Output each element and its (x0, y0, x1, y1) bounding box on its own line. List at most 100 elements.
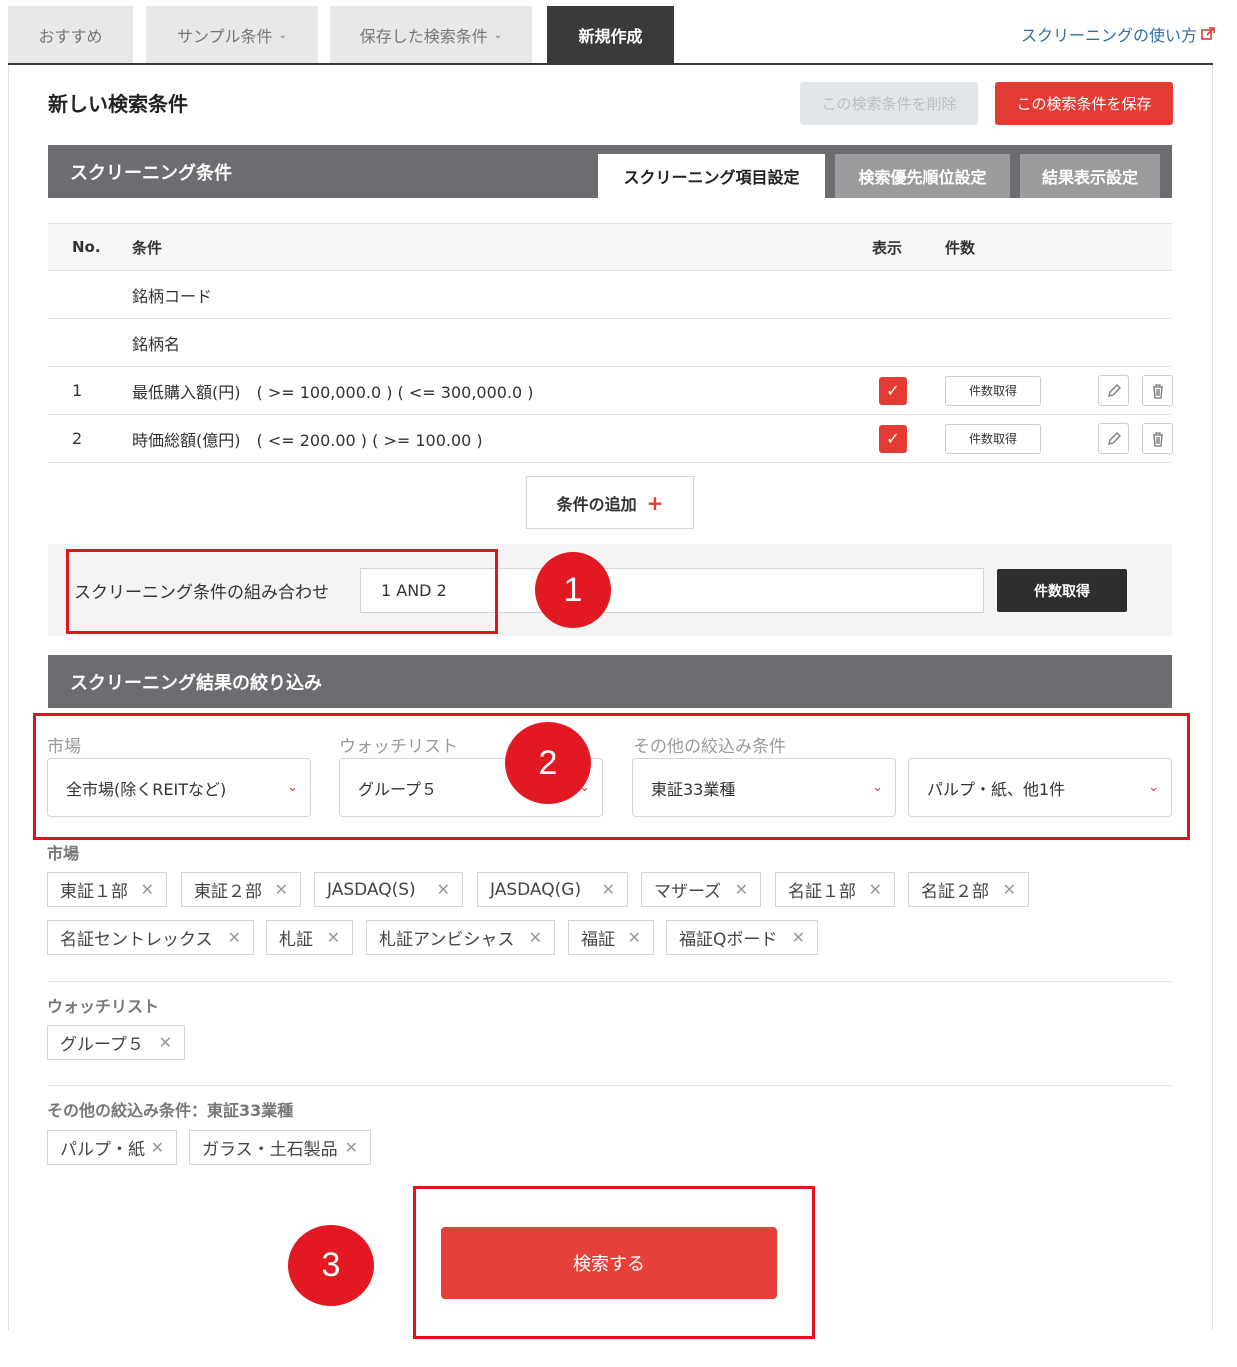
add-condition-button[interactable]: 条件の追加 + (526, 476, 694, 529)
col-condition-header: 条件 (132, 238, 163, 257)
market-tag: 東証２部 ✕ (181, 872, 301, 907)
tab-display-settings[interactable]: 結果表示設定 (1020, 154, 1160, 198)
pencil-icon (1107, 383, 1121, 397)
market-tag: 名証１部 ✕ (775, 872, 895, 907)
annotation-box-3 (413, 1186, 815, 1339)
remove-icon[interactable]: ✕ (437, 880, 450, 899)
market-tag: マザーズ ✕ (641, 872, 761, 907)
tag-label: 札証アンビシャス (379, 930, 515, 950)
annotation-badge-1: 1 (535, 552, 611, 628)
show-checkbox[interactable]: ✓ (879, 424, 907, 453)
market-tag: 福証Qボード ✕ (666, 920, 818, 955)
condition-number: 2 (72, 429, 83, 448)
remove-icon[interactable]: ✕ (228, 928, 241, 947)
col-show-header: 表示 (872, 238, 903, 257)
col-count-header: 件数 (945, 238, 976, 257)
market-tag: 札証アンビシャス ✕ (366, 920, 555, 955)
tag-label: パルプ・紙 (60, 1140, 145, 1160)
remove-icon[interactable]: ✕ (159, 1033, 172, 1052)
remove-icon[interactable]: ✕ (151, 1138, 164, 1157)
pencil-icon (1107, 431, 1121, 445)
help-link-label: スクリーニングの使い方 (1020, 26, 1197, 45)
condition-text: 銘柄コード (132, 286, 213, 306)
combination-count-button[interactable]: 件数取得 (997, 569, 1127, 612)
filter-results-header: スクリーニング結果の絞り込み (48, 655, 1172, 708)
tab-label: 新規作成 (578, 27, 643, 46)
remove-icon[interactable]: ✕ (602, 880, 615, 899)
remove-icon[interactable]: ✕ (529, 928, 542, 947)
market-tag: JASDAQ(G) ✕ (477, 872, 628, 907)
divider (47, 1085, 1172, 1086)
remove-icon[interactable]: ✕ (327, 928, 340, 947)
count-button[interactable]: 件数取得 (945, 423, 1041, 454)
trash-icon (1152, 383, 1163, 399)
plus-icon: + (646, 490, 664, 515)
divider (47, 981, 1172, 982)
tag-label: 名証セントレックス (60, 930, 213, 950)
other-tags-title: その他の絞込み条件：東証33業種 (47, 1101, 294, 1120)
chevron-down-icon: ⌄ (278, 29, 287, 41)
remove-icon[interactable]: ✕ (735, 880, 748, 899)
delete-row-button[interactable] (1142, 423, 1173, 454)
annotation-badge-3: 3 (288, 1225, 374, 1306)
help-link[interactable]: スクリーニングの使い方 (1021, 22, 1215, 46)
add-condition-label: 条件の追加 (556, 494, 637, 514)
market-tag: 札証 ✕ (266, 920, 353, 955)
condition-text: 最低購入額(円) ( >= 100,000.0 ) ( <= 300,000.0… (132, 382, 534, 402)
table-row: 銘柄名 (48, 319, 1172, 367)
section-title: スクリーニング結果の絞り込み (70, 672, 322, 694)
page-title: 新しい検索条件 (48, 92, 188, 116)
conditions-table: No. 条件 表示 件数 銘柄コード 銘柄名 1 最低購入額(円) ( >= 1… (48, 223, 1173, 463)
tag-label: ガラス・土石製品 (202, 1140, 338, 1160)
edit-button[interactable] (1098, 423, 1129, 454)
tab-label: おすすめ (38, 27, 103, 46)
table-row: 銘柄コード (48, 271, 1172, 319)
tab-new[interactable]: 新規作成 (547, 6, 674, 64)
trash-icon (1152, 431, 1163, 447)
tag-label: JASDAQ(S) (327, 879, 416, 900)
table-row: 2 時価総額(億円) ( <= 200.00 ) ( >= 100.00 ) ✓… (48, 415, 1173, 463)
delete-row-button[interactable] (1142, 375, 1173, 406)
market-tag: 名証２部 ✕ (908, 872, 1029, 907)
tab-recommended[interactable]: おすすめ (8, 6, 133, 64)
condition-text: 銘柄名 (132, 334, 181, 354)
tag-label: 名証１部 (788, 882, 856, 902)
remove-icon[interactable]: ✕ (869, 880, 882, 899)
remove-icon[interactable]: ✕ (628, 928, 641, 947)
tab-sample-conditions[interactable]: サンプル条件 ⌄ (146, 6, 318, 64)
remove-icon[interactable]: ✕ (792, 928, 805, 947)
table-header-row: No. 条件 表示 件数 (48, 223, 1172, 271)
annotation-box-1 (66, 549, 498, 634)
annotation-badge-2: 2 (505, 722, 591, 804)
table-row: 1 最低購入額(円) ( >= 100,000.0 ) ( <= 300,000… (48, 367, 1173, 415)
remove-icon[interactable]: ✕ (1003, 880, 1016, 899)
market-tag: JASDAQ(S) ✕ (314, 872, 463, 907)
market-tag: 東証１部 ✕ (47, 872, 167, 907)
edit-button[interactable] (1098, 375, 1129, 406)
condition-text: 時価総額(億円) ( <= 200.00 ) ( >= 100.00 ) (132, 430, 483, 450)
remove-icon[interactable]: ✕ (345, 1138, 358, 1157)
tab-label: 保存した検索条件 (359, 27, 488, 46)
tag-label: 東証１部 (60, 882, 128, 902)
remove-icon[interactable]: ✕ (141, 880, 154, 899)
chevron-down-icon: ⌄ (493, 29, 503, 41)
tab-label: サンプル条件 (177, 27, 273, 46)
condition-number: 1 (72, 381, 83, 400)
tab-item-settings[interactable]: スクリーニング項目設定 (598, 154, 825, 198)
tag-label: JASDAQ(G) (490, 879, 582, 900)
external-link-icon (1201, 27, 1215, 40)
delete-condition-button[interactable]: この検索条件を削除 (800, 82, 978, 125)
count-button[interactable]: 件数取得 (945, 375, 1041, 406)
tab-saved-conditions[interactable]: 保存した検索条件 ⌄ (330, 6, 532, 64)
market-tags-title: 市場 (47, 844, 80, 863)
tab-priority-settings[interactable]: 検索優先順位設定 (835, 154, 1010, 198)
save-condition-button[interactable]: この検索条件を保存 (995, 82, 1173, 125)
tag-label: 福証Qボード (679, 930, 778, 950)
industry-tag: パルプ・紙 ✕ (47, 1130, 177, 1165)
show-checkbox[interactable]: ✓ (879, 376, 907, 405)
remove-icon[interactable]: ✕ (275, 880, 288, 899)
watchlist-tags-title: ウォッチリスト (47, 997, 160, 1016)
annotation-box-2 (33, 713, 1190, 840)
tag-label: 札証 (279, 930, 313, 950)
tag-label: 東証２部 (194, 882, 262, 902)
